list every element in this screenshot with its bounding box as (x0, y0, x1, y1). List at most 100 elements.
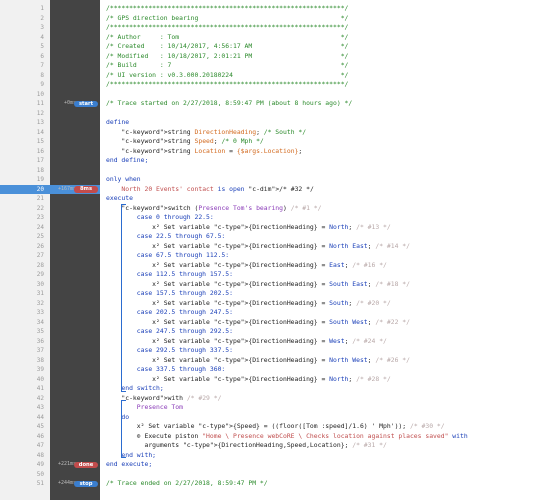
trace-badge-group: +221ms done (55, 460, 100, 470)
code-line: 39 case 337.5 through 360: (0, 365, 555, 375)
line-number: 26 (36, 242, 44, 250)
code-text: /* Author : Tom */ (106, 32, 349, 41)
code-text: /* Created : 10/14/2017, 4:56:17 AM */ (106, 42, 349, 50)
line-number: 24 (36, 223, 44, 231)
line-number: 7 (40, 62, 44, 69)
code-line: 47 arguments "c-type">{DirectionHeading,… (0, 441, 555, 451)
line-number: 44 (36, 413, 44, 421)
code-text: x² Set variable "c-type">{DirectionHeadi… (106, 222, 391, 231)
trace-badge[interactable]: stop (74, 480, 98, 487)
trace-badge-group: +0ms start (55, 99, 100, 109)
line-number: 47 (36, 442, 44, 449)
code-line: 1 /**************************************… (0, 4, 555, 14)
trace-badge-group: +244ms stop (55, 479, 100, 489)
code-line: 15 "c-keyword">string Speed; /* 0 Mph */ (0, 137, 555, 147)
code-text: x² Set variable "c-type">{DirectionHeadi… (106, 279, 410, 288)
code-text: end switch; (106, 384, 164, 392)
code-text: "c-keyword">string Location = {$args.Loc… (121, 146, 303, 155)
switch-block-guide-bottom (121, 391, 126, 392)
code-text: do (106, 412, 130, 421)
with-block-guide-top (121, 400, 126, 401)
code-line: 25 case 22.5 through 67.5: (0, 232, 555, 242)
code-text: /***************************************… (106, 80, 349, 88)
line-number: 28 (36, 261, 44, 269)
code-line: 26 x² Set variable "c-type">{DirectionHe… (0, 242, 555, 252)
code-line: 31 case 157.5 through 202.5: (0, 289, 555, 299)
trace-badge[interactable]: 8ms (74, 186, 98, 193)
code-line: 37 case 292.5 through 337.5: (0, 346, 555, 356)
line-number: 17 (36, 157, 44, 164)
line-number: 40 (36, 375, 44, 383)
code-line: 22 "c-keyword">switch (Presence Tom's be… (0, 204, 555, 214)
code-text: /***************************************… (106, 4, 349, 12)
code-text: case 112.5 through 157.5: (106, 270, 233, 278)
code-text: case 157.5 through 202.5: (106, 289, 233, 297)
code-line: 40 x² Set variable "c-type">{DirectionHe… (0, 375, 555, 385)
code-text: end with; (106, 450, 157, 459)
line-number: 36 (36, 337, 44, 345)
line-number: 33 (36, 309, 44, 316)
line-number: 23 (36, 214, 44, 221)
code-text: execute (106, 194, 133, 202)
line-number: 42 (36, 394, 44, 402)
line-number: 43 (36, 404, 44, 411)
line-number: 50 (36, 470, 44, 478)
code-text: end execute; (106, 460, 153, 468)
switch-block-guide-top (121, 204, 126, 205)
code-line: 21 execute (0, 194, 555, 204)
code-text: x² Set variable "c-type">{Speed} = ((flo… (106, 422, 445, 430)
code-text: x² Set variable "c-type">{DirectionHeadi… (106, 374, 391, 383)
code-line: 43 Presence Tom (0, 403, 555, 413)
line-number: 37 (36, 347, 44, 354)
code-line: 20 +167ms 8ms North 20 Events' contact is … (0, 184, 555, 195)
code-text: /* Trace started on 2/27/2018, 8:59:47 P… (106, 99, 353, 107)
code-line: 6 /* Modified : 10/18/2017, 2:01:21 PM */ (0, 52, 555, 62)
code-line: 16 "c-keyword">string Location = {$args.… (0, 147, 555, 157)
line-number: 46 (36, 432, 44, 440)
trace-badge[interactable]: done (74, 461, 98, 468)
code-line: 45 x² Set variable "c-type">{Speed} = ((… (0, 422, 555, 432)
code-text: case 337.5 through 360: (106, 365, 226, 373)
line-number: 48 (36, 451, 44, 459)
code-text: only when (106, 175, 141, 183)
line-number: 3 (40, 24, 44, 31)
code-text: case 0 through 22.5: (106, 213, 214, 221)
code-line: 30 x² Set variable "c-type">{DirectionHe… (0, 280, 555, 290)
code-text: x² Set variable "c-type">{DirectionHeadi… (106, 298, 391, 307)
line-number: 32 (36, 299, 44, 307)
code-text: case 22.5 through 67.5: (106, 232, 226, 240)
code-text: Presence Tom (106, 403, 183, 411)
code-text: case 292.5 through 337.5: (106, 346, 233, 354)
code-line: 41 end switch; (0, 384, 555, 394)
line-number: 13 (36, 119, 44, 126)
trace-viewer: 1 /**************************************… (0, 0, 555, 500)
line-number: 15 (36, 138, 44, 145)
code-text: "c-keyword">string Speed; /* 0 Mph */ (121, 137, 264, 145)
line-number: 29 (36, 271, 44, 278)
trace-badge-group: +167ms 8ms (55, 185, 100, 195)
code-text: ⊙ Execute piston "Home \ Presence webCoR… (106, 431, 468, 440)
line-number: 49 (36, 461, 44, 468)
code-text: case 202.5 through 247.5: (106, 308, 233, 316)
code-line: 46 ⊙ Execute piston "Home \ Presence web… (0, 432, 555, 442)
line-number: 10 (36, 90, 44, 98)
code-line: 3 /**************************************… (0, 23, 555, 33)
line-number: 21 (36, 195, 44, 202)
code-line: 11 +0ms start /* Trace started on 2/27/2018… (0, 99, 555, 109)
code-text: North 20 Events' contact is open "c-dim"… (121, 184, 314, 193)
code-line: 14 "c-keyword">string DirectionHeading; … (0, 128, 555, 138)
code-line: 50 (0, 470, 555, 480)
code-text: /* Trace ended on 2/27/2018, 8:59:47 PM … (106, 479, 268, 487)
line-number: 38 (36, 356, 44, 364)
code-line: 7 /* Build : 7 */ (0, 61, 555, 71)
code-line: 35 case 247.5 through 292.5: (0, 327, 555, 337)
code-text: arguments "c-type">{DirectionHeading,Spe… (106, 441, 387, 449)
code-text: x² Set variable "c-type">{DirectionHeadi… (106, 336, 387, 345)
code-line: 38 x² Set variable "c-type">{DirectionHe… (0, 356, 555, 366)
line-number: 31 (36, 290, 44, 297)
code-text: /***************************************… (106, 23, 349, 31)
code-line: 51 +244ms stop /* Trace ended on 2/27/2018,… (0, 479, 555, 489)
line-number: 22 (36, 204, 44, 212)
line-number: 41 (36, 385, 44, 392)
trace-badge[interactable]: start (74, 100, 98, 107)
